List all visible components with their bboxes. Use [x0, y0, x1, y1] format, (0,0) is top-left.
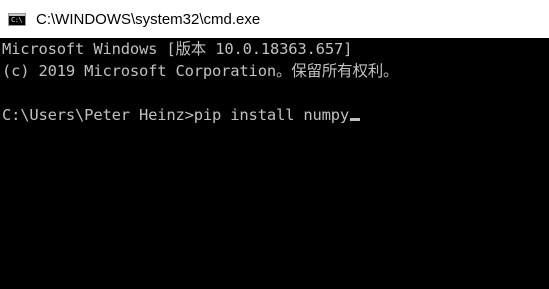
command-prompt-line[interactable]: C:\Users\Peter Heinz>pip install numpy	[2, 104, 549, 126]
window-title: C:\WINDOWS\system32\cmd.exe	[36, 10, 261, 28]
console-line-copyright: (c) 2019 Microsoft Corporation。保留所有权利。	[2, 62, 399, 80]
console-line-version: Microsoft Windows [版本 10.0.18363.657]	[2, 40, 353, 58]
command-input-text[interactable]: C:\Users\Peter Heinz>pip install numpy	[2, 106, 349, 124]
cmd-window: C:\ C:\WINDOWS\system32\cmd.exe Microsof…	[0, 0, 549, 289]
cmd-console-icon[interactable]: C:\	[8, 12, 26, 26]
text-cursor	[350, 118, 361, 121]
icon-glyph: C:\	[11, 15, 23, 24]
console-output[interactable]: Microsoft Windows [版本 10.0.18363.657] (c…	[0, 38, 549, 289]
title-bar[interactable]: C:\ C:\WINDOWS\system32\cmd.exe	[0, 0, 549, 38]
